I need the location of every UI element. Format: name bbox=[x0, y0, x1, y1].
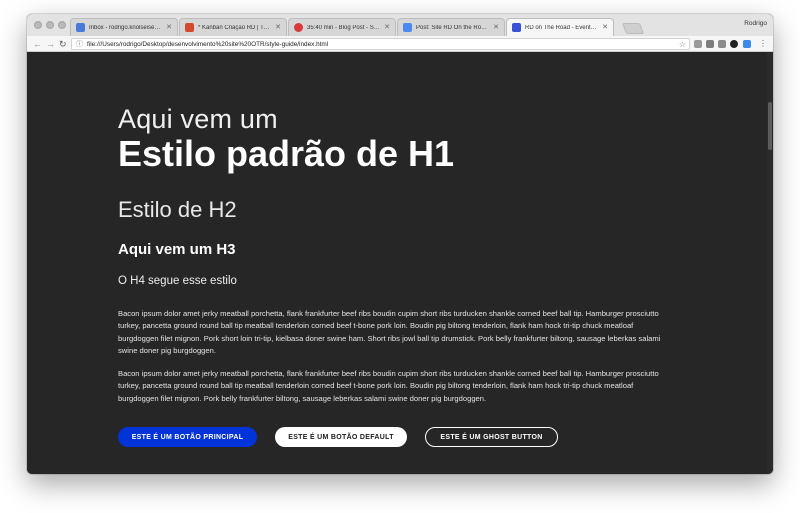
tab-title: RD on The Road - Evento itiner... bbox=[525, 24, 598, 31]
tab-title: * Kanban Criação RD | Trello bbox=[198, 24, 272, 31]
close-tab-icon[interactable]: ✕ bbox=[602, 24, 608, 31]
url-text[interactable]: file:///Users/rodrigo/Desktop/desenvolvi… bbox=[87, 41, 328, 48]
tab-strip: Inbox - rodrigo.knolseisen@ro... ✕ * Kan… bbox=[27, 14, 773, 36]
zoom-window-button[interactable] bbox=[58, 21, 66, 29]
close-tab-icon[interactable]: ✕ bbox=[275, 24, 281, 31]
close-tab-icon[interactable]: ✕ bbox=[166, 24, 172, 31]
page-viewport: Aqui vem um Estilo padrão de H1 Estilo d… bbox=[27, 52, 773, 474]
h1-heading: Estilo padrão de H1 bbox=[118, 133, 455, 174]
default-button[interactable]: ESTE É UM BOTÃO DEFAULT bbox=[275, 427, 407, 447]
body-paragraph: Bacon ipsum dolor amet jerky meatball po… bbox=[118, 369, 659, 403]
h1-light-heading: Aqui vem um bbox=[118, 104, 278, 134]
close-window-button[interactable] bbox=[34, 21, 42, 29]
extension-icon[interactable] bbox=[743, 40, 751, 48]
tab-inbox[interactable]: Inbox - rodrigo.knolseisen@ro... ✕ bbox=[70, 18, 178, 36]
h4-heading: O H4 segue esse estilo bbox=[118, 275, 237, 287]
close-tab-icon[interactable]: ✕ bbox=[493, 24, 499, 31]
toolbar: ← → ↻ ⓘ file:///Users/rodrigo/Desktop/de… bbox=[27, 36, 773, 52]
tab-title: 35:40 min - Blog Post - Site O... bbox=[307, 24, 381, 31]
primary-button[interactable]: ESTE É UM BOTÃO PRINCIPAL bbox=[118, 427, 257, 447]
browser-window: Inbox - rodrigo.knolseisen@ro... ✕ * Kan… bbox=[27, 14, 773, 474]
extension-icon[interactable] bbox=[694, 40, 702, 48]
profile-name[interactable]: Rodrigo bbox=[744, 20, 767, 27]
vertical-scrollbar[interactable] bbox=[767, 52, 773, 474]
rd-icon bbox=[512, 23, 521, 32]
close-tab-icon[interactable]: ✕ bbox=[384, 24, 390, 31]
menu-icon[interactable]: ⋮ bbox=[759, 38, 767, 50]
tab-trello[interactable]: * Kanban Criação RD | Trello ✕ bbox=[179, 18, 287, 36]
forward-arrow-icon[interactable]: → bbox=[46, 38, 55, 50]
back-arrow-icon[interactable]: ← bbox=[33, 38, 42, 50]
h2-heading: Estilo de H2 bbox=[118, 197, 237, 222]
docs-icon bbox=[403, 23, 412, 32]
tab-rd-on-the-road[interactable]: RD on The Road - Evento itiner... ✕ bbox=[506, 18, 614, 36]
tab-blog-post[interactable]: 35:40 min - Blog Post - Site O... ✕ bbox=[288, 18, 396, 36]
minimize-window-button[interactable] bbox=[46, 21, 54, 29]
body-paragraph: Bacon ipsum dolor amet jerky meatball po… bbox=[118, 309, 661, 356]
h3-heading: Aqui vem um H3 bbox=[118, 241, 236, 258]
scrollbar-thumb[interactable] bbox=[768, 102, 772, 150]
tab-docs[interactable]: Post: Site RD On the Road - Go... ✕ bbox=[397, 18, 505, 36]
extension-icon[interactable] bbox=[730, 40, 738, 48]
info-icon[interactable]: ⓘ bbox=[76, 41, 83, 48]
bookmark-star-icon[interactable]: ☆ bbox=[679, 40, 686, 49]
mail-icon bbox=[76, 23, 85, 32]
timer-icon bbox=[294, 23, 303, 32]
tab-title: Post: Site RD On the Road - Go... bbox=[416, 24, 489, 31]
ghost-button[interactable]: ESTE É UM GHOST BUTTON bbox=[425, 427, 558, 447]
tab-title: Inbox - rodrigo.knolseisen@ro... bbox=[89, 24, 162, 31]
new-tab-button[interactable] bbox=[621, 23, 645, 34]
extension-icon[interactable] bbox=[718, 40, 726, 48]
reload-icon[interactable]: ↻ bbox=[59, 38, 67, 50]
extension-icon[interactable] bbox=[706, 40, 714, 48]
address-bar[interactable]: ⓘ file:///Users/rodrigo/Desktop/desenvol… bbox=[71, 38, 690, 50]
trello-icon bbox=[185, 23, 194, 32]
